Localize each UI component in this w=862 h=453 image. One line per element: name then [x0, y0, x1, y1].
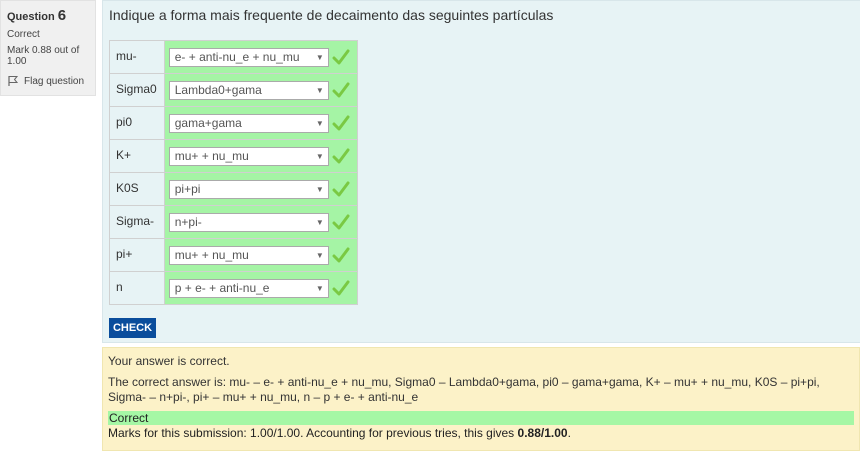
checkmark-icon: [332, 181, 350, 197]
marks-prefix: Marks for this submission: 1.00/1.00. Ac…: [108, 426, 518, 440]
answer-cell: p + e- + anti-nu_e ▼: [163, 271, 359, 305]
decay-select[interactable]: p + e- + anti-nu_e ▼: [168, 278, 329, 298]
decay-select-value: mu+ + nu_mu: [174, 248, 249, 262]
particle-label: pi0: [109, 106, 165, 140]
answer-row: mu-e- + anti-nu_e + nu_mu ▼: [109, 40, 359, 74]
checkmark-icon: [332, 148, 350, 164]
decay-select[interactable]: mu+ + nu_mu ▼: [168, 146, 329, 166]
flag-question-label: Flag question: [24, 75, 85, 87]
particle-label: Sigma0: [109, 73, 165, 107]
particle-label: mu-: [109, 40, 165, 74]
checkmark-icon: [332, 214, 350, 230]
question-text: Indique a forma mais frequente de decaim…: [109, 7, 554, 23]
decay-select[interactable]: n+pi- ▼: [168, 212, 329, 232]
flag-question-link[interactable]: Flag question: [7, 75, 89, 87]
decay-select-value: e- + anti-nu_e + nu_mu: [174, 50, 300, 64]
decay-select[interactable]: Lambda0+gama ▼: [168, 80, 329, 100]
checkmark-icon: [332, 115, 350, 131]
question-info: Question 6 Correct Mark 0.88 out of 1.00…: [0, 0, 96, 96]
checkmark-icon: [332, 247, 350, 263]
question-number-value: 6: [57, 7, 67, 24]
decay-select-value: gama+gama: [174, 116, 242, 130]
dropdown-arrow-icon: ▼: [315, 151, 324, 161]
particle-label: pi+: [109, 238, 165, 272]
decay-select-value: n+pi-: [174, 215, 202, 229]
decay-select-value: Lambda0+gama: [174, 83, 262, 97]
answer-row: K0S pi+pi ▼: [109, 172, 359, 206]
dropdown-arrow-icon: ▼: [315, 52, 324, 62]
question-state: Correct: [7, 29, 40, 40]
right-answer-text: The correct answer is: mu- – e- + anti-n…: [108, 375, 820, 404]
decay-select-value: mu+ + nu_mu: [174, 149, 249, 163]
dropdown-arrow-icon: ▼: [315, 118, 324, 128]
decay-select[interactable]: pi+pi ▼: [168, 179, 329, 199]
answer-table: mu-e- + anti-nu_e + nu_mu ▼ Sigma0 Lambda0+…: [109, 40, 359, 305]
checkmark-icon: [332, 280, 350, 296]
particle-label: K0S: [109, 172, 165, 206]
particle-label: n: [109, 271, 165, 305]
answer-cell: Lambda0+gama ▼: [163, 73, 359, 107]
question-grade: Mark 0.88 out of 1.00: [7, 45, 80, 67]
answer-row: n p + e- + anti-nu_e ▼: [109, 271, 359, 305]
answer-row: K+ mu+ + nu_mu ▼: [109, 139, 359, 173]
particle-label: K+: [109, 139, 165, 173]
answer-cell: pi+pi ▼: [163, 172, 359, 206]
feedback-text: Your answer is correct.: [108, 354, 230, 368]
dropdown-arrow-icon: ▼: [315, 283, 324, 293]
checkmark-icon: [332, 49, 350, 65]
checkmark-icon: [332, 82, 350, 98]
answer-cell: mu+ + nu_mu ▼: [163, 238, 359, 272]
dropdown-arrow-icon: ▼: [315, 184, 324, 194]
marks-summary: Marks for this submission: 1.00/1.00. Ac…: [108, 426, 854, 440]
answer-row: Sigma0 Lambda0+gama ▼: [109, 73, 359, 107]
answer-row: pi+ mu+ + nu_mu ▼: [109, 238, 359, 272]
decay-select[interactable]: mu+ + nu_mu ▼: [168, 245, 329, 265]
dropdown-arrow-icon: ▼: [315, 217, 324, 227]
answer-cell: gama+gama ▼: [163, 106, 359, 140]
question-number: Question 6: [7, 7, 89, 24]
answer-row: pi0 gama+gama ▼: [109, 106, 359, 140]
question-outcome: Your answer is correct. The correct answ…: [102, 347, 860, 451]
answer-cell: mu+ + nu_mu ▼: [163, 139, 359, 173]
question-formulation: Indique a forma mais frequente de decaim…: [102, 0, 860, 343]
question-label: Question: [7, 11, 55, 23]
decay-select-value: pi+pi: [174, 182, 201, 196]
flag-icon: [7, 75, 19, 87]
marks-value: 0.88/1.00: [517, 426, 568, 440]
answer-cell: e- + anti-nu_e + nu_mu ▼: [163, 40, 359, 74]
dropdown-arrow-icon: ▼: [315, 85, 324, 95]
marks-suffix: .: [567, 426, 571, 440]
correct-status-bar: Correct: [108, 411, 854, 425]
decay-select[interactable]: gama+gama ▼: [168, 113, 329, 133]
decay-select-value: p + e- + anti-nu_e: [174, 281, 270, 295]
answer-row: Sigma-n+pi- ▼: [109, 205, 359, 239]
answer-cell: n+pi- ▼: [163, 205, 359, 239]
decay-select[interactable]: e- + anti-nu_e + nu_mu ▼: [168, 47, 329, 67]
particle-label: Sigma-: [109, 205, 165, 239]
dropdown-arrow-icon: ▼: [315, 250, 324, 260]
check-button[interactable]: CHECK: [109, 318, 156, 338]
